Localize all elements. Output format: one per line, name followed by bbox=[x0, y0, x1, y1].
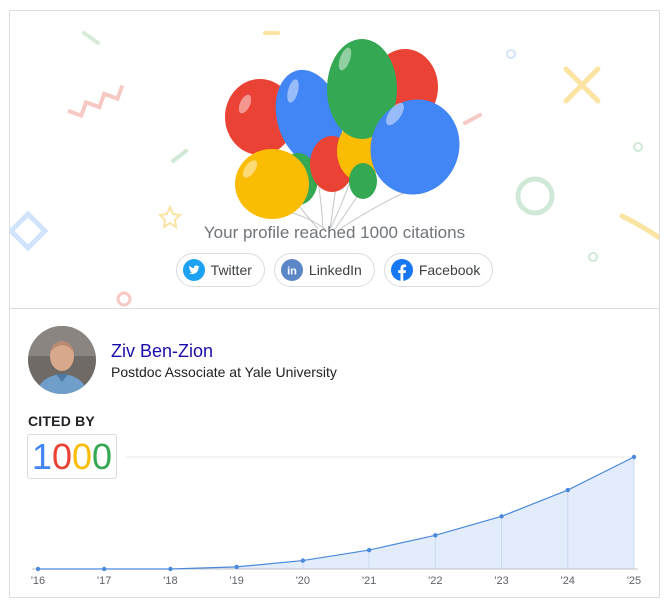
chart-x-tick-label: '16 bbox=[31, 575, 45, 587]
balloons-illustration bbox=[225, 39, 460, 229]
chart-point bbox=[433, 533, 438, 538]
share-linkedin-label: LinkedIn bbox=[308, 262, 362, 278]
celebration-banner: Your profile reached 1000 citations Twit… bbox=[10, 11, 659, 309]
share-facebook-label: Facebook bbox=[418, 262, 481, 278]
citation-milestone-card: Your profile reached 1000 citations Twit… bbox=[9, 10, 660, 598]
chart-point bbox=[102, 566, 107, 572]
chart-point bbox=[565, 487, 570, 493]
chart-x-tick-label: '22 bbox=[428, 575, 442, 587]
chart-point bbox=[631, 454, 637, 460]
chart-x-tick-label: '24 bbox=[561, 575, 575, 587]
linkedin-icon: in bbox=[280, 259, 303, 281]
share-linkedin-button[interactable]: in LinkedIn bbox=[273, 253, 375, 287]
milestone-message: Your profile reached 1000 citations bbox=[203, 223, 466, 242]
twitter-icon bbox=[182, 259, 205, 281]
share-buttons: Twitter in LinkedIn Facebook bbox=[10, 253, 659, 287]
cited-by-label: CITED BY bbox=[28, 413, 95, 429]
chart-x-tick-label: '18 bbox=[163, 575, 177, 587]
profile-name-link[interactable]: Ziv Ben-Zion bbox=[111, 340, 337, 362]
chart-area-fill bbox=[38, 457, 634, 569]
avatar[interactable] bbox=[28, 326, 96, 394]
chart-x-tick-label: '25 bbox=[627, 575, 641, 587]
share-twitter-button[interactable]: Twitter bbox=[175, 253, 265, 287]
chart-x-tick-label: '20 bbox=[296, 575, 310, 587]
chart-point bbox=[366, 547, 372, 553]
share-twitter-label: Twitter bbox=[210, 262, 252, 278]
chart-point bbox=[35, 566, 41, 572]
chart-x-tick-label: '21 bbox=[362, 575, 376, 587]
citations-by-year-chart: '16 '17 '18 '19 '20 '21 '22 '23 '24 '25 bbox=[31, 454, 641, 587]
chart-point bbox=[300, 558, 306, 563]
chart-x-tick-label: '19 bbox=[229, 575, 243, 587]
chart-x-tick-label: '17 bbox=[97, 575, 111, 587]
chart-x-tick-label: '23 bbox=[494, 575, 508, 587]
chart-point bbox=[234, 564, 239, 570]
profile-affiliation: Postdoc Associate at Yale University bbox=[111, 363, 337, 380]
chart-point bbox=[168, 566, 173, 572]
profile-summary: Ziv Ben-Zion Postdoc Associate at Yale U… bbox=[28, 326, 337, 394]
svg-text:in: in bbox=[287, 266, 297, 278]
chart-point bbox=[499, 514, 504, 519]
profile-text: Ziv Ben-Zion Postdoc Associate at Yale U… bbox=[111, 340, 337, 381]
share-facebook-button[interactable]: Facebook bbox=[383, 253, 494, 287]
facebook-icon bbox=[390, 259, 413, 281]
